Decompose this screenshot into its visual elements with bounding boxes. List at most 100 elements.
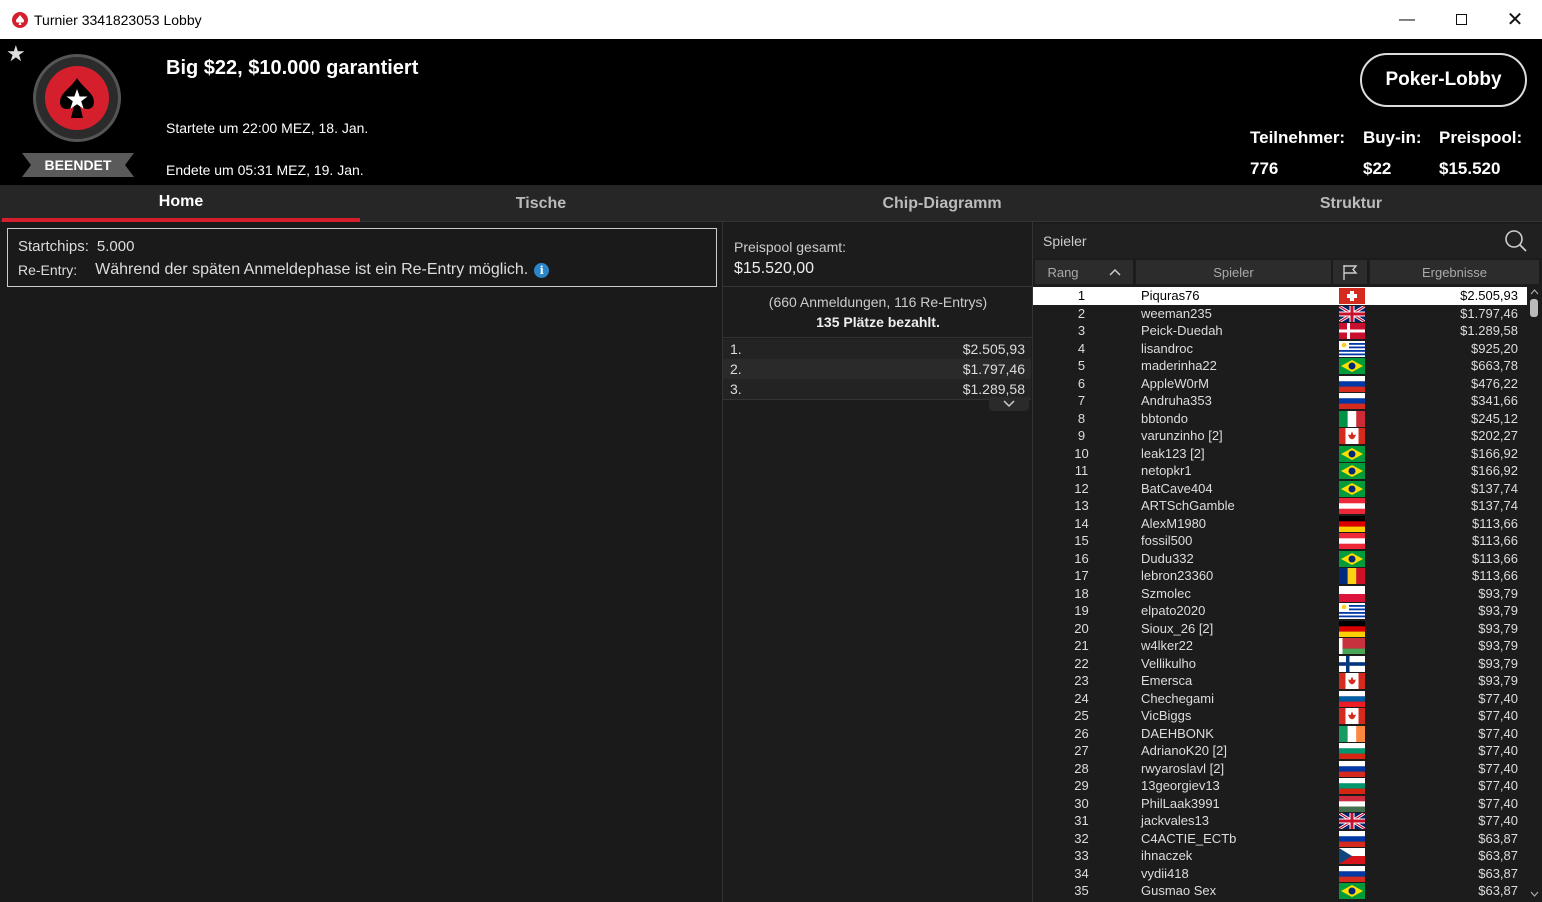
player-row[interactable]: 23 Emersca $93,79 (1033, 672, 1527, 690)
prizepool-total-label: Preispool gesamt: (734, 239, 847, 255)
player-row[interactable]: 30 PhilLaak3991 $77,40 (1033, 795, 1527, 813)
expand-prizes-button[interactable] (989, 397, 1029, 411)
player-row[interactable]: 31 jackvales13 $77,40 (1033, 812, 1527, 830)
tab-home[interactable]: Home (2, 185, 360, 222)
player-row[interactable]: 29 13georgiev13 $77,40 (1033, 777, 1527, 795)
tab-chip-diagramm[interactable]: Chip-Diagramm (722, 185, 1162, 222)
player-result: $113,66 (1471, 515, 1518, 531)
player-rank: 9 (1077, 428, 1086, 443)
player-row[interactable]: 11 netopkr1 $166,92 (1033, 462, 1527, 480)
spade-star-icon (45, 66, 109, 130)
search-icon[interactable] (1504, 229, 1528, 253)
player-row[interactable]: 28 rwyaroslavl [2] $77,40 (1033, 760, 1527, 778)
player-result: $77,40 (1478, 690, 1518, 706)
country-flag-icon (1339, 340, 1365, 357)
player-row[interactable]: 21 w4lker22 $93,79 (1033, 637, 1527, 655)
player-row[interactable]: 19 elpato2020 $93,79 (1033, 602, 1527, 620)
player-rank: 10 (1074, 445, 1089, 461)
player-row[interactable]: 27 AdrianoK20 [2] $77,40 (1033, 742, 1527, 760)
prizepool-total-value: $15.520,00 (734, 260, 815, 277)
player-rank: 8 (1077, 410, 1086, 426)
player-row[interactable]: 22 Vellikulho $93,79 (1033, 655, 1527, 673)
player-result: $77,40 (1478, 813, 1518, 828)
player-name: AppleW0rM (1141, 375, 1209, 391)
column-results[interactable]: Ergebnisse (1370, 260, 1540, 284)
scroll-up-icon[interactable] (1530, 289, 1539, 295)
player-row[interactable]: 4 lisandroc $925,20 (1033, 340, 1527, 358)
player-result: $63,87 (1478, 848, 1518, 863)
player-row[interactable]: 6 AppleW0rM $476,22 (1033, 375, 1527, 393)
startchips-value: 5.000 (96, 238, 135, 255)
info-icon[interactable]: i (534, 262, 550, 278)
player-rank: 1 (1077, 288, 1086, 303)
player-row[interactable]: 18 Szmolec $93,79 (1033, 585, 1527, 603)
player-rank: 7 (1077, 393, 1086, 408)
player-result: $663,78 (1471, 358, 1518, 373)
player-row[interactable]: 32 C4ACTIE_ECTb $63,87 (1033, 830, 1527, 848)
player-row[interactable]: 9 varunzinho [2] $202,27 (1033, 427, 1527, 445)
player-row[interactable]: 12 BatCave404 $137,74 (1033, 480, 1527, 498)
player-rank: 13 (1074, 498, 1089, 513)
status-badge: BEENDET (22, 153, 134, 177)
player-row[interactable]: 35 Gusmao Sex $63,87 (1033, 882, 1527, 900)
scrollbar-thumb[interactable] (1530, 299, 1538, 317)
player-row[interactable]: 33 ihnaczek $63,87 (1033, 847, 1527, 865)
poker-lobby-button[interactable]: Poker-Lobby (1360, 53, 1527, 107)
column-player[interactable]: Spieler (1136, 260, 1332, 284)
tournament-header: ★ BEENDET Big $22, $10.000 garantiert St… (0, 39, 1542, 185)
player-row[interactable]: 3 Peick-Duedah $1.289,58 (1033, 322, 1527, 340)
player-row[interactable]: 24 Chechegami $77,40 (1033, 690, 1527, 708)
column-rank[interactable]: Rang (1035, 260, 1134, 284)
column-rank-label: Rang (1047, 264, 1079, 280)
player-row[interactable]: 2 weeman235 $1.797,46 (1033, 305, 1527, 323)
startchips-label: Startchips: (18, 238, 89, 255)
country-flag-icon (1339, 585, 1365, 602)
player-rank: 3 (1077, 323, 1086, 338)
player-row[interactable]: 16 Dudu332 $113,66 (1033, 550, 1527, 568)
player-row[interactable]: 26 DAEHBONK $77,40 (1033, 725, 1527, 743)
player-row[interactable]: 20 Sioux_26 [2] $93,79 (1033, 620, 1527, 638)
player-result: $93,79 (1478, 673, 1518, 688)
maximize-button[interactable] (1434, 0, 1488, 39)
scroll-down-icon[interactable] (1530, 891, 1539, 897)
player-row[interactable]: 34 vydii418 $63,87 (1033, 865, 1527, 883)
country-flag-icon (1339, 673, 1365, 689)
country-flag-icon (1339, 795, 1365, 812)
player-result: $1.797,46 (1460, 305, 1518, 321)
player-name: varunzinho [2] (1141, 428, 1223, 443)
player-row[interactable]: 1 Piquras76 $2.505,93 (1033, 287, 1527, 305)
column-country[interactable] (1333, 260, 1368, 284)
prize-place: 2. (730, 361, 742, 377)
player-row[interactable]: 5 maderinha22 $663,78 (1033, 357, 1527, 375)
prize-row: 3. $1.289,58 (723, 379, 1031, 399)
player-row[interactable]: 7 Andruha353 $341,66 (1033, 392, 1527, 410)
tournament-title: Big $22, $10.000 garantiert (166, 57, 419, 79)
player-row[interactable]: 25 VicBiggs $77,40 (1033, 707, 1527, 725)
tab-struktur[interactable]: Struktur (1162, 185, 1540, 222)
player-name: Piquras76 (1141, 288, 1200, 303)
player-search-bar[interactable]: Spieler (1033, 224, 1542, 258)
player-name: weeman235 (1141, 305, 1212, 321)
player-list-scrollbar[interactable] (1527, 287, 1542, 902)
player-name: lebron23360 (1141, 568, 1214, 583)
player-name: elpato2020 (1141, 603, 1206, 618)
country-flag-icon (1339, 655, 1365, 672)
player-row[interactable]: 8 bbtondo $245,12 (1033, 410, 1527, 428)
player-result: $93,79 (1478, 603, 1518, 618)
country-flag-icon (1339, 690, 1365, 707)
end-time: Endete um 05:31 MEZ, 19. Jan. (166, 162, 364, 178)
player-row[interactable]: 10 leak123 [2] $166,92 (1033, 445, 1527, 463)
player-row[interactable]: 14 AlexM1980 $113,66 (1033, 515, 1527, 533)
favorite-star-icon[interactable]: ★ (6, 41, 26, 67)
flag-icon (1343, 265, 1358, 280)
player-name: AdrianoK20 [2] (1141, 743, 1228, 758)
reentry-value: Während der späten Anmeldephase ist ein … (95, 261, 529, 278)
tab-tische[interactable]: Tische (360, 185, 722, 222)
player-row[interactable]: 15 fossil500 $113,66 (1033, 532, 1527, 550)
player-row[interactable]: 17 lebron23360 $113,66 (1033, 567, 1527, 585)
player-row[interactable]: 13 ARTSchGamble $137,74 (1033, 497, 1527, 515)
minimize-button[interactable]: — (1380, 0, 1434, 39)
country-flag-icon (1339, 620, 1365, 637)
player-result: $77,40 (1478, 725, 1518, 741)
close-button[interactable]: ✕ (1488, 0, 1542, 39)
